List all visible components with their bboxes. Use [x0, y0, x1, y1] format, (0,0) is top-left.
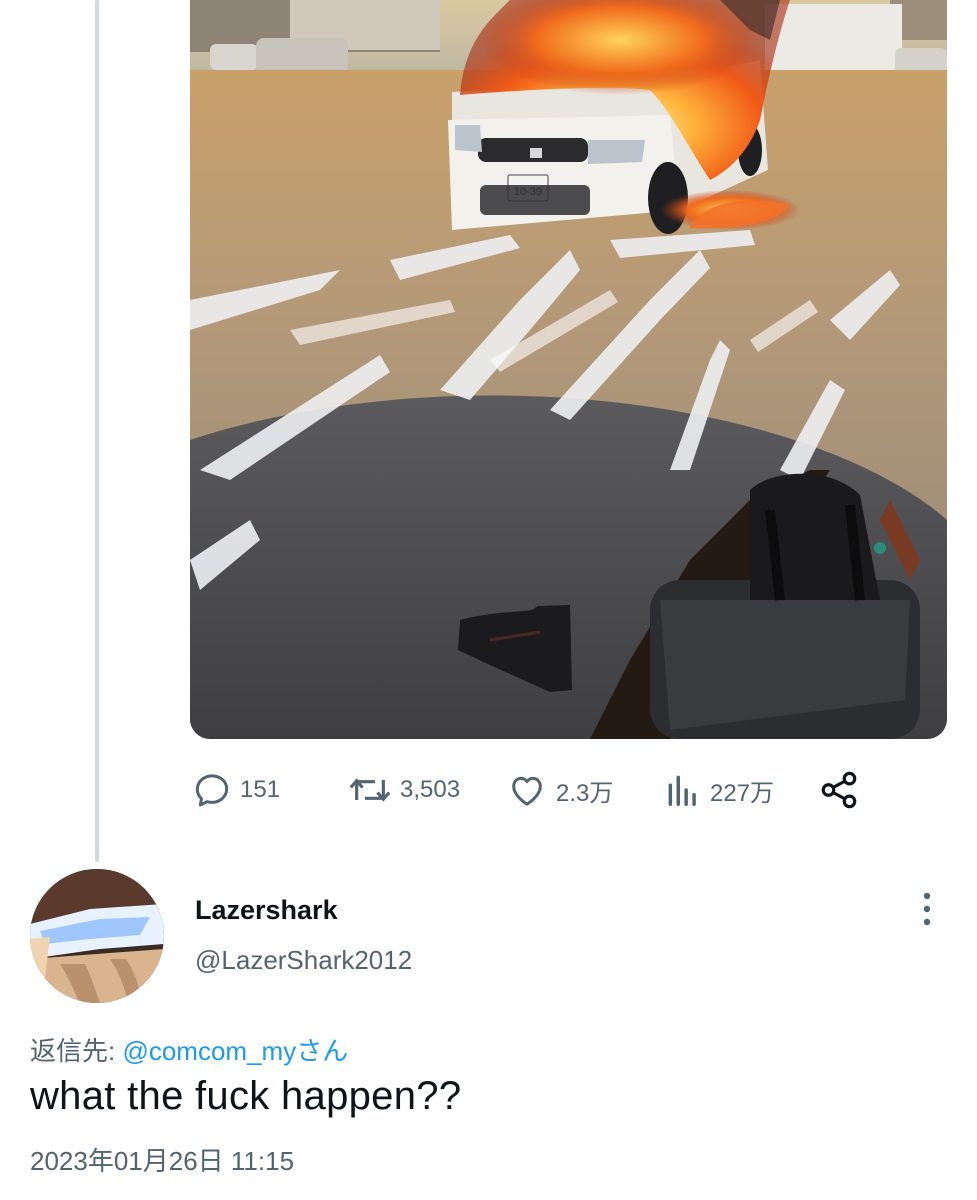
share-button[interactable] — [818, 764, 860, 816]
share-icon — [818, 769, 860, 811]
replying-to-link[interactable]: @comcom_myさん — [122, 1036, 348, 1066]
thread-connector-line — [95, 0, 99, 862]
author-handle[interactable]: @LazerShark2012 — [195, 945, 412, 976]
avatar[interactable] — [30, 869, 164, 1003]
replying-to-line: 返信先: @comcom_myさん — [30, 1031, 348, 1068]
views-icon — [664, 770, 702, 810]
views-count: 227万 — [710, 779, 775, 807]
reply-count: 151 — [240, 776, 281, 803]
like-count: 2.3万 — [556, 779, 614, 807]
reply-button[interactable]: 151 — [192, 764, 280, 816]
like-button[interactable]: 2.3万 — [506, 764, 613, 816]
replying-to-prefix: 返信先: — [30, 1036, 123, 1066]
like-icon — [506, 770, 548, 810]
author-display-name[interactable]: Lazershark — [195, 895, 338, 926]
tweet-photo[interactable]: 10-39 — [190, 0, 947, 739]
retweet-button[interactable]: 3,503 — [348, 764, 460, 816]
more-options-button[interactable] — [910, 888, 944, 932]
tweet-timestamp[interactable]: 2023年01月26日 11:15 — [30, 1141, 294, 1178]
views-button[interactable]: 227万 — [664, 764, 774, 816]
more-icon — [910, 892, 944, 936]
tweet-text: what the fuck happen?? — [30, 1074, 462, 1118]
retweet-icon — [348, 770, 392, 810]
retweet-count: 3,503 — [400, 776, 461, 803]
tweet-action-bar: 151 3,503 2.3万 227万 — [190, 764, 870, 816]
reply-icon — [192, 770, 232, 810]
